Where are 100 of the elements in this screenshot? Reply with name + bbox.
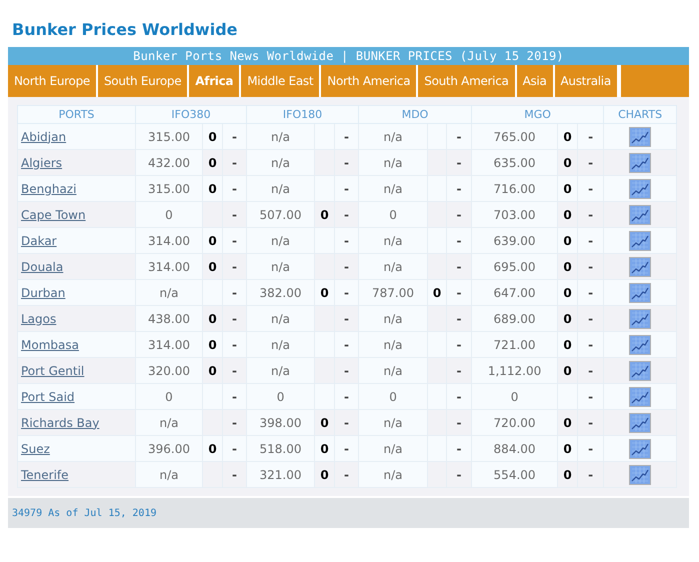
port-link[interactable]: Algiers [21, 156, 62, 170]
change-cell: 0 [558, 150, 578, 176]
trend-cell: - [334, 358, 359, 384]
price-cell: n/a [358, 410, 428, 436]
price-cell: 721.00 [472, 332, 558, 358]
price-cell: n/a [358, 176, 428, 202]
price-cell: n/a [246, 254, 315, 280]
price-cell: 703.00 [472, 202, 558, 228]
price-cell: 315.00 [136, 176, 202, 202]
change-cell: 0 [202, 358, 222, 384]
chart-icon[interactable] [629, 178, 652, 198]
chart-icon[interactable] [629, 256, 652, 276]
price-cell: n/a [358, 462, 428, 488]
price-cell: 0 [136, 384, 202, 410]
banner-title: Bunker Ports News Worldwide | BUNKER PRICES (July 15 2019) [133, 49, 564, 63]
price-cell: 1,112.00 [472, 358, 558, 384]
port-link[interactable]: Dakar [21, 234, 57, 248]
price-cell: n/a [358, 306, 428, 332]
price-cell: 689.00 [472, 306, 558, 332]
change-cell: 0 [314, 462, 335, 488]
change-cell: 0 [558, 202, 578, 228]
trend-cell: - [334, 202, 359, 228]
column-header: IFO180 [246, 106, 359, 124]
price-cell: 0 [358, 384, 428, 410]
price-cell: n/a [246, 306, 315, 332]
price-cell: 438.00 [136, 306, 202, 332]
chart-icon[interactable] [629, 126, 652, 146]
trend-cell: - [578, 462, 604, 488]
chart-icon[interactable] [629, 282, 652, 302]
column-header: MDO [358, 106, 472, 124]
trend-cell: - [446, 150, 472, 176]
price-cell: 884.00 [472, 436, 558, 462]
chart-icon[interactable] [629, 334, 652, 354]
price-cell: n/a [246, 332, 315, 358]
chart-icon[interactable] [629, 230, 652, 250]
trend-cell: - [446, 410, 472, 436]
trend-cell: - [334, 462, 359, 488]
trend-cell: - [222, 202, 247, 228]
trend-cell: - [578, 358, 604, 384]
price-cell: 518.00 [246, 436, 315, 462]
price-cell: n/a [246, 228, 315, 254]
trend-cell: - [446, 306, 472, 332]
price-cell: 314.00 [136, 332, 202, 358]
chart-icon[interactable] [629, 412, 652, 432]
change-cell: 0 [558, 462, 578, 488]
change-cell: 0 [202, 254, 222, 280]
chart-icon[interactable] [629, 464, 652, 484]
price-cell: 0 [136, 202, 202, 228]
chart-icon[interactable] [629, 438, 652, 458]
chart-icon[interactable] [629, 152, 652, 172]
trend-cell: - [222, 254, 247, 280]
trend-cell: - [578, 306, 604, 332]
trend-cell: - [222, 150, 247, 176]
trend-cell: - [446, 358, 472, 384]
price-cell: 765.00 [472, 124, 558, 150]
price-cell: 396.00 [136, 436, 202, 462]
port-link[interactable]: Lagos [21, 312, 56, 326]
port-link[interactable]: Douala [21, 260, 64, 274]
change-cell: 0 [558, 410, 578, 436]
column-header: PORTS [18, 106, 136, 124]
price-cell: n/a [136, 462, 202, 488]
price-cell: 0 [472, 384, 558, 410]
price-cell: 695.00 [472, 254, 558, 280]
price-cell: n/a [246, 176, 315, 202]
trend-cell: - [222, 306, 247, 332]
trend-cell: - [578, 410, 604, 436]
trend-cell: - [578, 254, 604, 280]
change-cell: 0 [202, 306, 222, 332]
price-cell: 398.00 [246, 410, 315, 436]
price-cell: n/a [246, 124, 315, 150]
price-cell: 720.00 [472, 410, 558, 436]
price-cell: n/a [136, 280, 202, 306]
chart-icon[interactable] [629, 308, 652, 328]
page-title: Bunker Prices Worldwide [12, 20, 238, 39]
column-header: MGO [472, 106, 604, 124]
chart-icon[interactable] [629, 386, 652, 406]
trend-cell: - [446, 462, 472, 488]
price-cell: n/a [358, 150, 428, 176]
trend-cell: - [334, 150, 359, 176]
price-cell: 787.00 [358, 280, 428, 306]
port-link[interactable]: Suez [21, 442, 50, 456]
price-cell: 647.00 [472, 280, 558, 306]
change-cell: 0 [558, 358, 578, 384]
price-cell: 314.00 [136, 228, 202, 254]
chart-icon[interactable] [629, 360, 652, 380]
price-cell: n/a [358, 332, 428, 358]
price-cell: n/a [136, 410, 202, 436]
column-header: IFO380 [136, 106, 247, 124]
price-cell: 716.00 [472, 176, 558, 202]
change-cell: 0 [558, 254, 578, 280]
chart-icon[interactable] [629, 204, 652, 224]
price-cell: 314.00 [136, 254, 202, 280]
price-cell: n/a [358, 436, 428, 462]
column-header: CHARTS [604, 106, 677, 124]
trend-cell: - [446, 202, 472, 228]
price-cell: n/a [358, 124, 428, 150]
price-cell: 382.00 [246, 280, 315, 306]
price-cell: 507.00 [246, 202, 315, 228]
trend-cell: - [334, 306, 359, 332]
price-cell: 321.00 [246, 462, 315, 488]
